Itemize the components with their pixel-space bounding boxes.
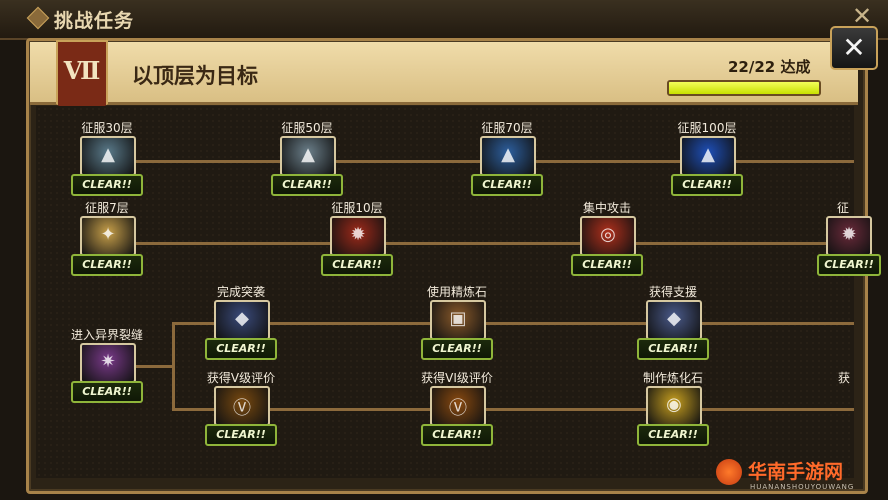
tower-icon: ▲ xyxy=(280,136,336,176)
clear-badge: CLEAR!! xyxy=(205,424,277,446)
quest-label: 征服30层 xyxy=(81,121,133,135)
row2-connector xyxy=(134,242,854,245)
watermark-sub: HUANANSHOUYOUWANG xyxy=(750,483,855,491)
progress-fill xyxy=(669,82,819,94)
clear-badge: CLEAR!! xyxy=(637,338,709,360)
quest-label: 征服50层 xyxy=(281,121,333,135)
clear-badge: CLEAR!! xyxy=(471,174,543,196)
quest-label: 征服70层 xyxy=(481,121,533,135)
watermark: 华南手游网 HUANANSHOUYOUWANG xyxy=(716,455,886,499)
clear-badge: CLEAR!! xyxy=(637,424,709,446)
quest-label: 征服7层 xyxy=(85,201,129,215)
grade-icon: Ⓥ xyxy=(430,386,486,426)
watermark-main: 华南手游网 xyxy=(748,461,844,483)
clear-badge: CLEAR!! xyxy=(817,254,881,276)
quest-label: 征服10层 xyxy=(331,201,383,215)
tower-icon: ▲ xyxy=(680,136,736,176)
grade-icon: Ⓥ xyxy=(214,386,270,426)
clear-badge: CLEAR!! xyxy=(421,424,493,446)
dragon-icon: ✹ xyxy=(826,216,872,256)
clear-badge: CLEAR!! xyxy=(571,254,643,276)
gem-icon: ◉ xyxy=(646,386,702,426)
stone-icon: ▣ xyxy=(430,300,486,340)
quest-label: 获得V级评价 xyxy=(206,371,276,385)
row4-connector xyxy=(172,408,854,411)
beast-icon: ◆ xyxy=(214,300,270,340)
quest-label: 获 xyxy=(838,371,851,385)
tower-icon: ▲ xyxy=(80,136,136,176)
top-bar: 挑战任务 xyxy=(0,0,888,40)
quest-label: 获得支援 xyxy=(648,285,697,299)
clear-badge: CLEAR!! xyxy=(205,338,277,360)
clear-badge: CLEAR!! xyxy=(271,174,343,196)
clear-badge: CLEAR!! xyxy=(71,381,143,403)
branch-connector xyxy=(134,365,174,368)
rift-icon: ✷ xyxy=(80,343,136,383)
close-button[interactable]: ✕ xyxy=(830,26,878,70)
quest-label: 征 xyxy=(836,201,849,215)
quest-label: 集中攻击 xyxy=(582,201,631,215)
clear-badge: CLEAR!! xyxy=(421,338,493,360)
window-title: 挑战任务 xyxy=(54,10,135,32)
progress-bar xyxy=(667,80,821,96)
diamond-icon xyxy=(26,6,50,30)
quest-title: 以顶层为目标 xyxy=(132,64,258,88)
target-icon: ◎ xyxy=(580,216,636,256)
row3-connector xyxy=(172,322,854,325)
clear-badge: CLEAR!! xyxy=(671,174,743,196)
beast-icon: ◆ xyxy=(646,300,702,340)
quest-label: 获得VI级评价 xyxy=(421,371,493,385)
tower-icon: ▲ xyxy=(480,136,536,176)
watermark-logo-icon xyxy=(716,459,742,485)
quest-label: 完成突袭 xyxy=(216,285,265,299)
dragon-icon: ✹ xyxy=(330,216,386,256)
clear-badge: CLEAR!! xyxy=(321,254,393,276)
quest-label: 制作炼化石 xyxy=(642,371,703,385)
wing-icon: ✦ xyxy=(80,216,136,256)
quest-label: 进入异界裂缝 xyxy=(70,328,143,342)
chapter-number: Ⅶ xyxy=(63,56,101,85)
quest-label: 使用精炼石 xyxy=(426,285,487,299)
branch-vertical xyxy=(172,322,175,410)
clear-badge: CLEAR!! xyxy=(71,174,143,196)
quest-label: 征服100层 xyxy=(677,121,737,135)
clear-badge: CLEAR!! xyxy=(71,254,143,276)
progress-text: 22/22 达成 xyxy=(728,58,811,76)
